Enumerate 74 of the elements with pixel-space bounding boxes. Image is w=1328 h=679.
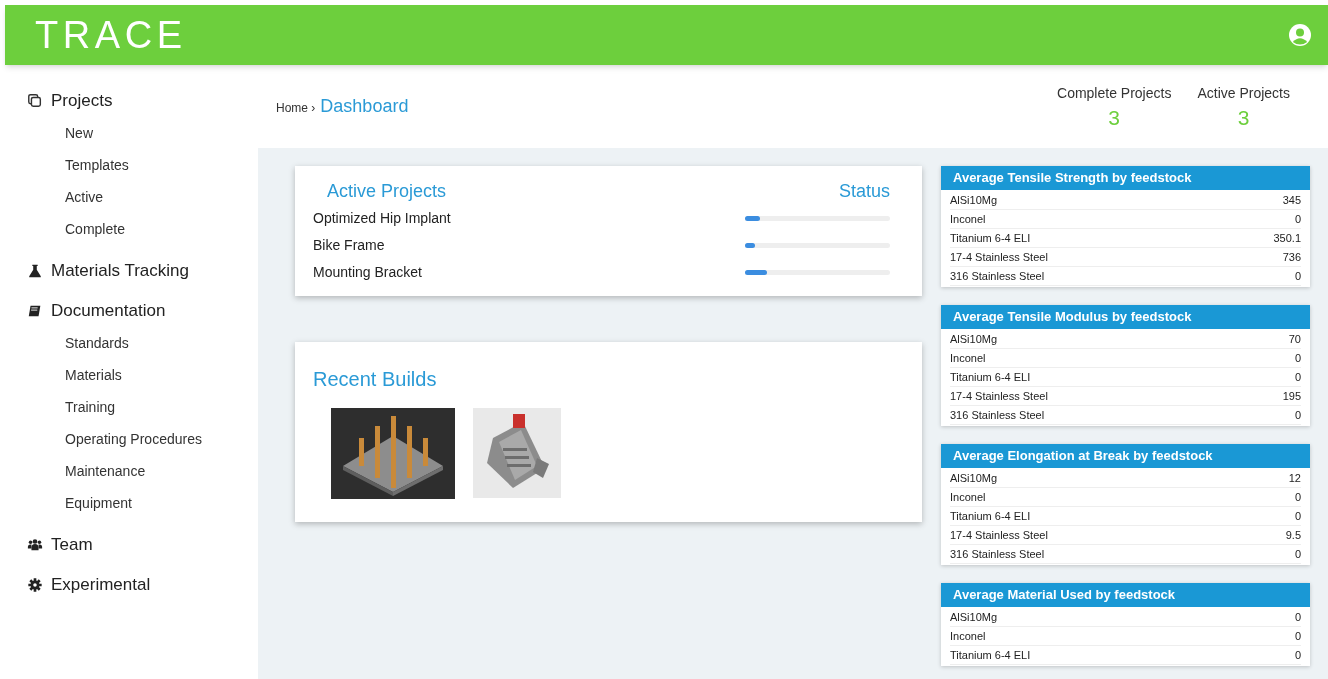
project-name: Optimized Hip Implant: [313, 209, 451, 228]
table-cell-text: 0: [1294, 489, 1301, 505]
app-logo: TRACE: [35, 12, 187, 58]
table-title: Average Tensile Strength by feedstock: [941, 166, 1310, 190]
table-cell-text: 316 Stainless Steel: [950, 268, 1045, 284]
table-cell-text: 17-4 Stainless Steel: [950, 249, 1048, 265]
table-cell-text: Inconel: [950, 628, 986, 644]
users-icon: [27, 537, 43, 553]
table-cell-text: 350.1: [1273, 230, 1301, 246]
table-cell-text: 0: [1294, 628, 1301, 644]
table-cell-text: 345: [1282, 192, 1301, 208]
book-icon: [27, 303, 43, 319]
table-cell-text: 0: [1294, 508, 1301, 524]
table-cell-text: Inconel: [950, 350, 986, 366]
sidebar-item[interactable]: Projects: [27, 87, 258, 115]
sidebar-item[interactable]: Materials Tracking: [27, 257, 258, 285]
table-cell-text: AlSi10Mg: [950, 331, 998, 347]
user-account-icon[interactable]: [1288, 23, 1312, 47]
table-cell-text: Inconel: [950, 489, 986, 505]
sidebar-subitem[interactable]: Templates: [27, 149, 258, 181]
table-cell-text: AlSi10Mg: [950, 470, 998, 486]
table-cell-text: AlSi10Mg: [950, 609, 998, 625]
sidebar-subitem[interactable]: Materials: [27, 359, 258, 391]
sidebar-subitem[interactable]: Standards: [27, 327, 258, 359]
table-cell-text: Titanium 6-4 ELI: [950, 230, 1031, 246]
table-cell-text: Titanium 6-4 ELI: [950, 508, 1031, 524]
table-cell-text: 0: [1294, 268, 1301, 284]
stat-label: Complete Projects: [1057, 84, 1172, 103]
table-cell-text: 0: [1294, 350, 1301, 366]
table-cell-text: 9.5: [1285, 527, 1301, 543]
project-name: Mounting Bracket: [313, 263, 422, 282]
sidebar-subitem[interactable]: Active: [27, 181, 258, 213]
sidebar-subitem[interactable]: Equipment: [27, 487, 258, 519]
table-title: Average Material Used by feedstock: [941, 583, 1310, 607]
table-cell-text: 70: [1288, 331, 1301, 347]
sidebar-subitem[interactable]: Training: [27, 391, 258, 423]
table-cell-text: Titanium 6-4 ELI: [950, 369, 1031, 385]
page-title: Dashboard: [320, 95, 409, 118]
column-heading: Status: [838, 180, 890, 203]
sidebar-subitem[interactable]: Complete: [27, 213, 258, 245]
sidebar-subitem[interactable]: Operating Procedures: [27, 423, 258, 455]
table-cell-text: 12: [1288, 470, 1301, 486]
table-title: Average Tensile Modulus by feedstock: [941, 305, 1310, 329]
breadcrumb-home-link[interactable]: Home ›: [276, 99, 316, 117]
table-cell-text: 316 Stainless Steel: [950, 407, 1045, 423]
table-cell-text: 0: [1294, 647, 1301, 663]
table-cell-text: 0: [1294, 211, 1301, 227]
copy-icon: [27, 93, 43, 109]
table-cell-text: 736: [1282, 249, 1301, 265]
sidebar-subitem[interactable]: New: [27, 117, 258, 149]
table-cell-text: 17-4 Stainless Steel: [950, 388, 1048, 404]
card-title: Recent Builds: [313, 367, 438, 392]
sidebar-item[interactable]: Team: [27, 531, 258, 559]
table-title: Average Elongation at Break by feedstock: [941, 444, 1310, 468]
project-name: Bike Frame: [313, 236, 385, 255]
sidebar-subitem[interactable]: Maintenance: [27, 455, 258, 487]
table-cell-text: 17-4 Stainless Steel: [950, 527, 1048, 543]
flask-icon: [27, 263, 43, 279]
sidebar-item[interactable]: Experimental: [27, 571, 258, 599]
table-cell-text: 316 Stainless Steel: [950, 546, 1045, 562]
table-cell-text: Inconel: [950, 211, 986, 227]
table-cell-text: Titanium 6-4 ELI: [950, 647, 1031, 663]
table-cell-text: 0: [1294, 369, 1301, 385]
stat-label: Active Projects: [1197, 84, 1290, 103]
settings-icon: [27, 577, 43, 593]
card-title: Active Projects: [327, 180, 447, 203]
table-cell-text: 195: [1282, 388, 1301, 404]
table-cell-text: 0: [1294, 407, 1301, 423]
table-cell-text: 0: [1294, 609, 1301, 625]
sidebar-item[interactable]: Documentation: [27, 297, 258, 325]
stat-value: 3: [1108, 105, 1121, 131]
stat-value: 3: [1237, 105, 1250, 131]
table-cell-text: AlSi10Mg: [950, 192, 998, 208]
table-cell-text: 0: [1294, 546, 1301, 562]
